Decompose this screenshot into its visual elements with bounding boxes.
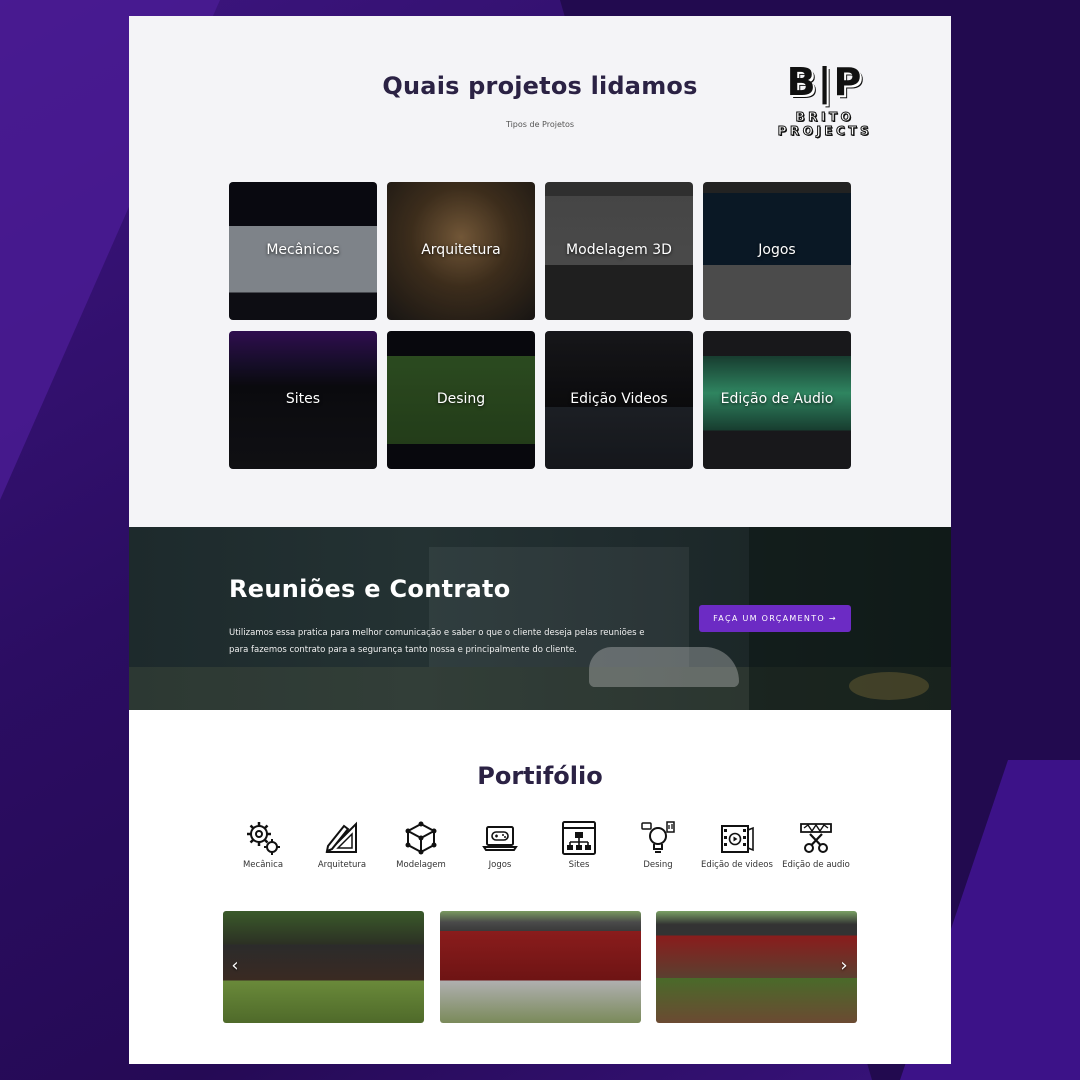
tile-label: Arquitetura bbox=[421, 242, 501, 258]
meetings-contract-section: Reuniões e Contrato Utilizamos essa prat… bbox=[129, 527, 951, 710]
brand-logo[interactable]: B|P BRITO PROJECTS bbox=[745, 60, 905, 139]
portfolio-category-edicao-videos[interactable]: Edição de videos bbox=[697, 820, 777, 870]
budget-request-button[interactable]: FAÇA UM ORÇAMENTO → bbox=[699, 605, 851, 632]
section-title: Reuniões e Contrato bbox=[229, 575, 511, 603]
portfolio-category-modelagem[interactable]: Modelagem bbox=[381, 820, 461, 870]
tile-arquitetura[interactable]: Arquitetura bbox=[387, 182, 535, 320]
page-card: Quais projetos lidamos Tipos de Projetos… bbox=[129, 16, 951, 1064]
tile-edicao-audio[interactable]: Edição de Audio bbox=[703, 331, 851, 469]
category-label: Arquitetura bbox=[317, 860, 367, 870]
sitemap-icon bbox=[562, 821, 596, 855]
portfolio-image[interactable] bbox=[656, 911, 857, 1023]
background-photo-flowers bbox=[849, 672, 929, 700]
carousel-next-icon[interactable]: › bbox=[834, 954, 854, 978]
tile-label: Edição de Audio bbox=[720, 391, 834, 407]
section-description: Utilizamos essa pratica para melhor comu… bbox=[229, 628, 645, 655]
category-label: Edição de audio bbox=[782, 860, 850, 870]
category-label: Sites bbox=[568, 860, 590, 870]
tile-label: Mecânicos bbox=[266, 242, 340, 258]
tile-modelagem-3d[interactable]: Modelagem 3D bbox=[545, 182, 693, 320]
tile-label: Modelagem 3D bbox=[566, 242, 672, 258]
carousel-prev-icon[interactable]: ‹ bbox=[225, 954, 245, 978]
portfolio-category-jogos[interactable]: Jogos bbox=[460, 820, 540, 870]
category-label: Modelagem bbox=[396, 860, 446, 870]
logo-text: BRITO PROJECTS bbox=[777, 110, 873, 139]
portfolio-category-edicao-audio[interactable]: Edição de audio bbox=[776, 820, 856, 870]
portfolio-category-desing[interactable]: Desing bbox=[618, 820, 698, 870]
laptop-gamepad-icon bbox=[482, 826, 518, 851]
tile-mecanicos[interactable]: Mecânicos bbox=[229, 182, 377, 320]
logo-mark: B|P bbox=[786, 60, 864, 104]
tile-label: Jogos bbox=[758, 242, 796, 258]
tile-sites[interactable]: Sites bbox=[229, 331, 377, 469]
section-title: Portifólio bbox=[477, 762, 603, 790]
tile-label: Edição Videos bbox=[570, 391, 668, 407]
tile-edicao-videos[interactable]: Edição Videos bbox=[545, 331, 693, 469]
tile-label: Desing bbox=[436, 391, 486, 407]
cube-icon bbox=[405, 821, 437, 855]
portfolio-category-arquitetura[interactable]: Arquitetura bbox=[302, 820, 382, 870]
category-label: Jogos bbox=[488, 860, 512, 870]
category-label: Desing bbox=[643, 860, 673, 870]
portfolio-category-sites[interactable]: Sites bbox=[539, 820, 619, 870]
film-play-icon bbox=[721, 825, 754, 853]
gears-icon bbox=[247, 822, 280, 855]
category-label: Mecânica bbox=[242, 860, 284, 870]
tile-desing[interactable]: Desing bbox=[387, 331, 535, 469]
category-label: Edição de videos bbox=[701, 860, 773, 870]
tile-label: Sites bbox=[285, 391, 321, 407]
portfolio-category-mecanica[interactable]: Mecânica bbox=[223, 820, 303, 870]
portfolio-image[interactable] bbox=[223, 911, 424, 1023]
lightbulb-icon bbox=[641, 821, 675, 853]
project-types-section: Quais projetos lidamos Tipos de Projetos… bbox=[129, 16, 951, 527]
tile-jogos[interactable]: Jogos bbox=[703, 182, 851, 320]
portfolio-image[interactable] bbox=[440, 911, 641, 1023]
scissors-icon bbox=[800, 823, 832, 853]
portfolio-section: Portifólio Mecânica Arquitetura Modelage… bbox=[129, 710, 951, 1064]
ruler-pencil-icon bbox=[325, 821, 357, 853]
